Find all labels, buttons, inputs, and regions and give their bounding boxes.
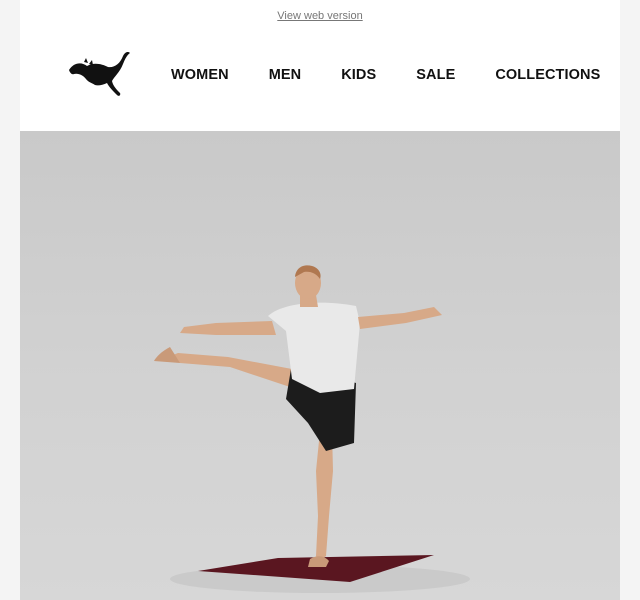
puma-logo-icon[interactable] xyxy=(68,50,132,100)
raised-leg xyxy=(168,353,292,387)
standing-leg xyxy=(316,431,333,561)
header: WOMEN MEN KIDS SALE COLLECTIONS xyxy=(20,32,620,131)
preheader: View web version xyxy=(20,0,620,32)
left-arm xyxy=(180,321,276,335)
right-arm xyxy=(358,307,442,329)
hero-image[interactable] xyxy=(20,131,620,600)
nav-item-kids[interactable]: KIDS xyxy=(341,67,376,83)
main-nav: WOMEN MEN KIDS SALE COLLECTIONS xyxy=(171,67,610,83)
nav-item-collections[interactable]: COLLECTIONS xyxy=(495,67,600,83)
email-container: View web version WOMEN MEN KIDS SALE COL… xyxy=(20,0,620,600)
nav-item-men[interactable]: MEN xyxy=(269,67,302,83)
view-web-version-link[interactable]: View web version xyxy=(277,10,362,22)
nav-item-women[interactable]: WOMEN xyxy=(171,67,229,83)
nav-item-sale[interactable]: SALE xyxy=(416,67,455,83)
